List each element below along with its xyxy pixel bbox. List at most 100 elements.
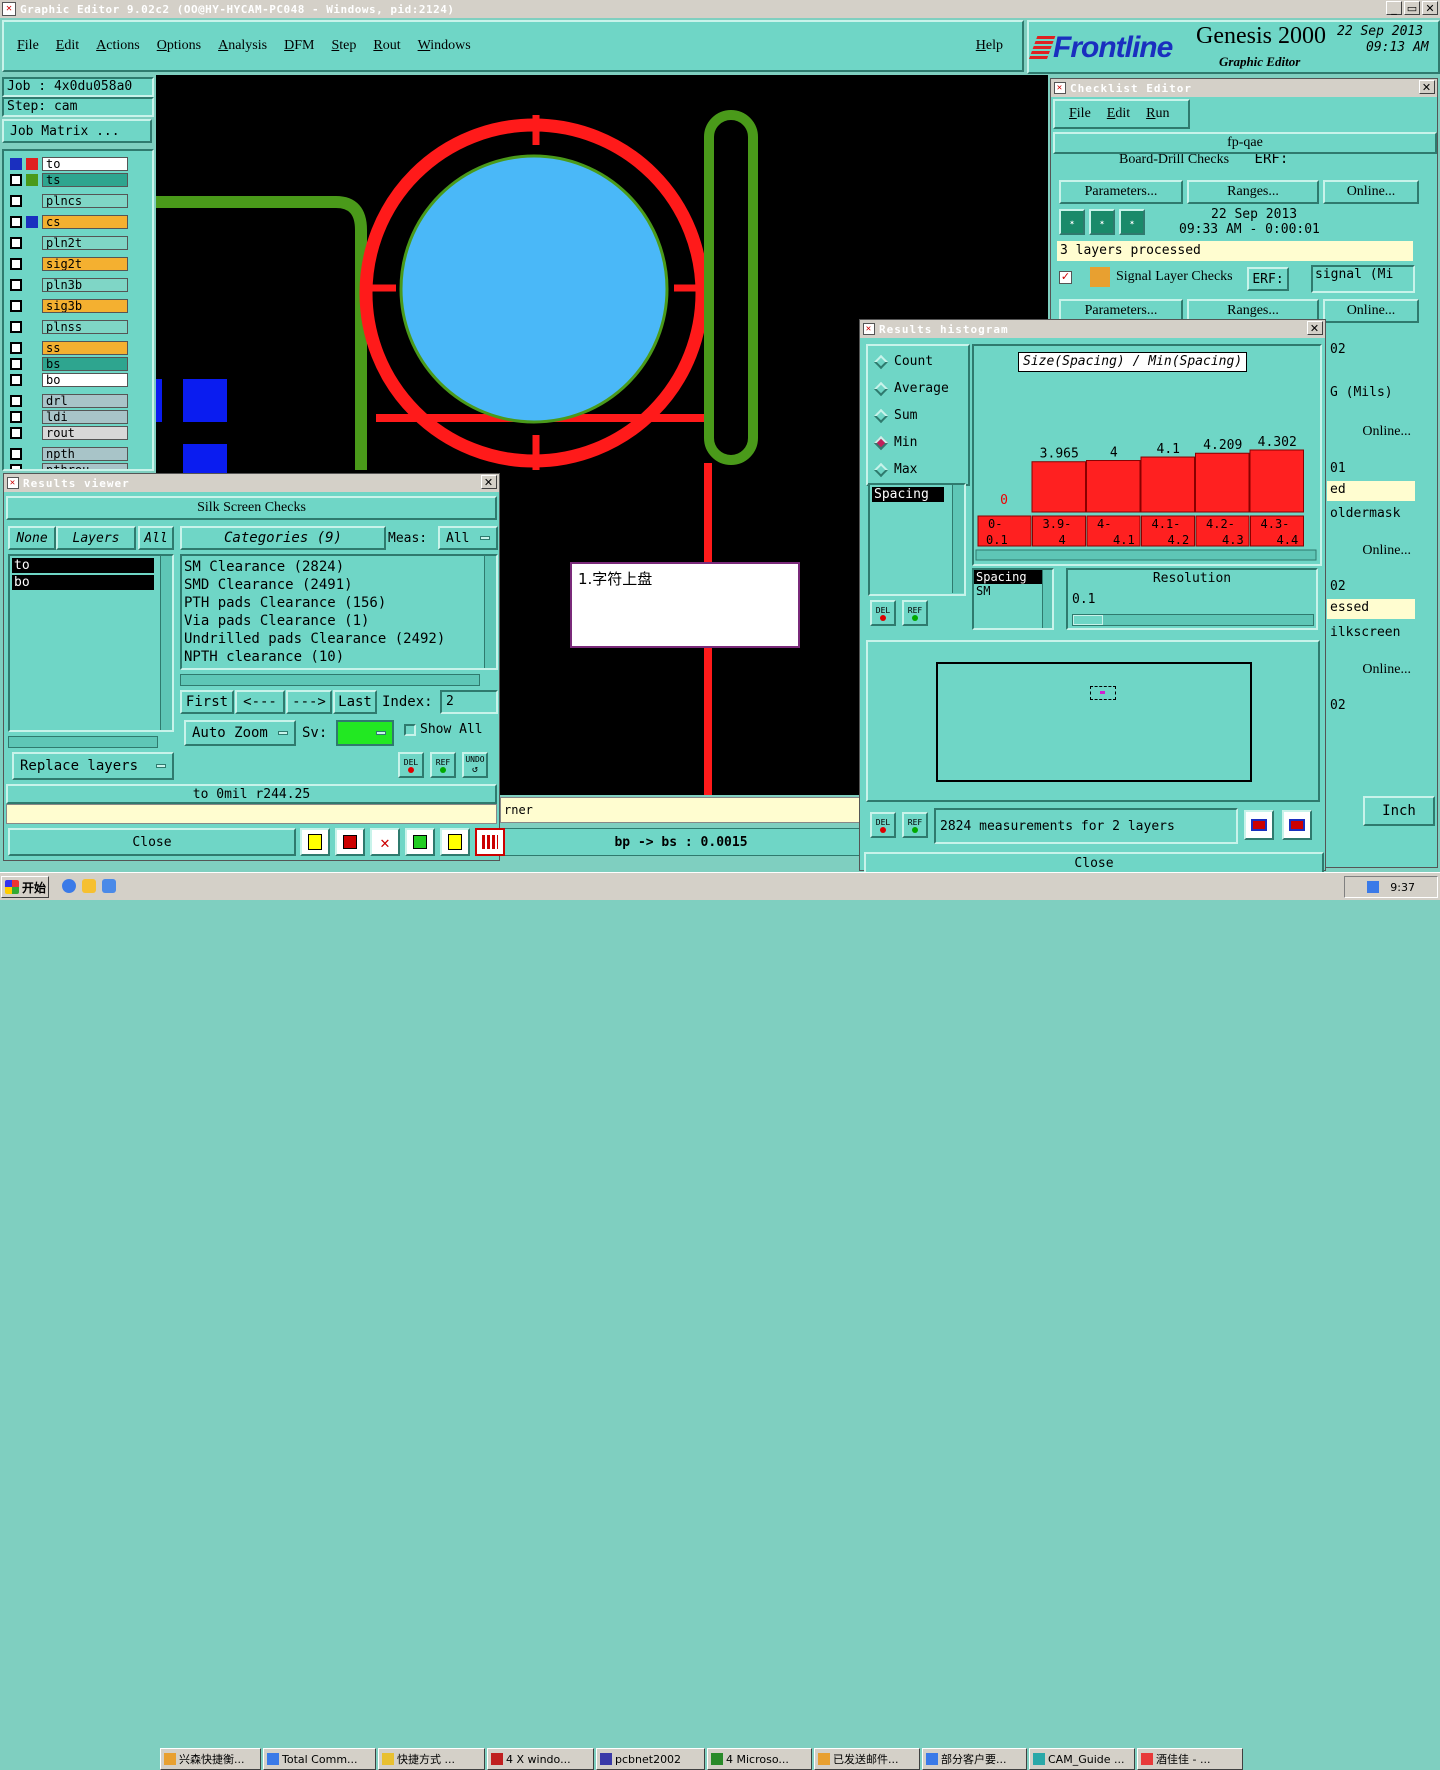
checklist-fragment[interactable]: Online... [1327,423,1415,443]
layer-row-plnss[interactable]: plnss [10,319,128,334]
viewer-tool-icon-5[interactable] [440,828,470,856]
layer-label[interactable]: rout [42,425,128,440]
online-button-2[interactable]: Online... [1323,299,1419,323]
auto-zoom-select[interactable]: Auto Zoom [184,720,296,746]
menu-help[interactable]: Help [976,38,1003,54]
histogram-close-icon[interactable]: ✕ [1307,321,1323,335]
layer-row-plncs[interactable]: plncs [10,193,128,208]
histogram-ref-button-2[interactable]: REF [902,812,928,838]
radio-min[interactable]: Min [868,429,968,456]
checklist-menu-run[interactable]: Run [1146,106,1169,122]
viewer-tool-icon-2[interactable] [335,828,365,856]
layer-row-drl[interactable]: drl [10,393,128,408]
layer-label[interactable]: bs [42,356,128,371]
restore-icon[interactable]: ▭ [1404,1,1420,15]
ie-icon[interactable] [62,879,76,893]
layer-checkbox[interactable] [10,394,22,407]
show-all-checkbox[interactable] [404,724,416,736]
layer-checkbox[interactable] [10,215,22,228]
viewer-layer-to[interactable]: to [12,558,154,573]
category-item[interactable]: NPTH clearance (10) [184,648,496,666]
viewer-layer-hscroll[interactable] [8,736,158,748]
layer-checkbox[interactable] [10,463,22,469]
taskbar-item[interactable]: 已发送邮件... [814,1748,920,1770]
layer-row-pln2t[interactable]: pln2t [10,235,128,250]
taskbar-item[interactable]: 4 X windo... [487,1748,594,1770]
menu-rout[interactable]: Rout [373,38,400,54]
taskbar-item[interactable]: 快捷方式 ... [378,1748,485,1770]
checklist-fragment[interactable]: Online... [1327,661,1415,681]
layer-checkbox[interactable] [10,157,22,170]
menu-options[interactable]: Options [157,38,201,54]
histogram-del-button-2[interactable]: DEL [870,812,896,838]
layer-checkbox[interactable] [10,410,22,423]
layer-row-npth[interactable]: npth [10,446,128,461]
viewer-undo-button[interactable]: UNDO ↺ [462,752,488,778]
meas-select[interactable]: All [438,526,498,550]
signal-erf-value[interactable]: signal (Mi [1311,265,1415,293]
viewer-del-button[interactable]: DEL [398,752,424,778]
layer-row-cs[interactable]: cs [10,214,128,229]
start-button[interactable]: 开始 [1,876,49,898]
layer-checkbox[interactable] [10,299,22,312]
run-icon-2[interactable]: ✶ [1089,209,1115,235]
layer-label[interactable]: to [42,156,128,171]
menu-dfm[interactable]: DFM [284,38,314,54]
checklist-fragment[interactable]: Online... [1327,542,1415,562]
menu-file[interactable]: File [17,38,39,54]
menu-step[interactable]: Step [331,38,356,54]
viewer-close-button[interactable]: Close [8,828,296,856]
layer-row-bs[interactable]: bs [10,356,128,371]
histogram-hscroll[interactable] [975,549,1317,561]
layer-label[interactable]: sig2t [42,256,128,271]
job-matrix-button[interactable]: Job Matrix ... [2,119,152,143]
layer-checkbox[interactable] [10,173,22,186]
viewer-tool-icon-4[interactable] [405,828,435,856]
next-button[interactable]: ---> [286,690,332,714]
categories-hscroll[interactable] [180,674,480,686]
signal-erf-button[interactable]: ERF: [1247,267,1289,291]
category-item[interactable]: Via pads Clearance (1) [184,612,496,630]
layer-row-sig2t[interactable]: sig2t [10,256,128,271]
checklist-close-icon[interactable]: ✕ [1419,80,1435,94]
categories-list[interactable]: SM Clearance (2824) SMD Clearance (2491) P… [180,554,498,670]
menu-windows[interactable]: Windows [418,38,471,54]
layer-checkbox[interactable] [10,257,22,270]
taskbar-item[interactable]: CAM_Guide ... [1029,1748,1135,1770]
histogram-del-button[interactable]: DEL [870,600,896,626]
layer-label[interactable]: ldi [42,409,128,424]
layer-row-bo[interactable]: bo [10,372,128,387]
layer-row-to[interactable]: to [10,156,128,171]
viewer-layer-bo[interactable]: bo [12,575,154,590]
category-item[interactable]: Undrilled pads Clearance (2492) [184,630,496,648]
menu-edit[interactable]: Edit [56,38,79,54]
viewer-ref-button[interactable]: REF [430,752,456,778]
replace-layers-select[interactable]: Replace layers [12,752,174,780]
none-button[interactable]: None [8,526,56,550]
histogram-left-list[interactable]: Spacing SM [972,568,1054,630]
sv-color-select[interactable] [336,720,394,746]
radio-max[interactable]: Max [868,456,968,483]
first-button[interactable]: First [180,690,234,714]
layer-checkbox[interactable] [10,357,22,370]
layer-checkbox[interactable] [10,320,22,333]
radio-sum[interactable]: Sum [868,402,968,429]
layer-checkbox[interactable] [10,194,22,207]
histogram-left-item-sm[interactable]: SM [974,584,1052,598]
layer-row-ts[interactable]: ts [10,172,128,187]
menu-analysis[interactable]: Analysis [218,38,267,54]
layer-checkbox[interactable] [10,426,22,439]
histogram-bar[interactable] [1086,460,1141,513]
histogram-close-button[interactable]: Close [864,852,1324,874]
desktop-icon[interactable] [102,879,116,893]
online-button-1[interactable]: Online... [1323,180,1419,204]
ranges-button-1[interactable]: Ranges... [1187,180,1319,204]
layer-row-pln3b[interactable]: pln3b [10,277,128,292]
layer-checkbox[interactable] [10,373,22,386]
layer-label[interactable]: sig3b [42,298,128,313]
resolution-slider[interactable] [1072,614,1314,626]
layer-label[interactable]: plnss [42,319,128,334]
histogram-bar[interactable] [1140,456,1195,513]
histogram-bar[interactable] [1031,461,1086,513]
histogram-spacing-list[interactable]: Spacing [868,483,966,596]
